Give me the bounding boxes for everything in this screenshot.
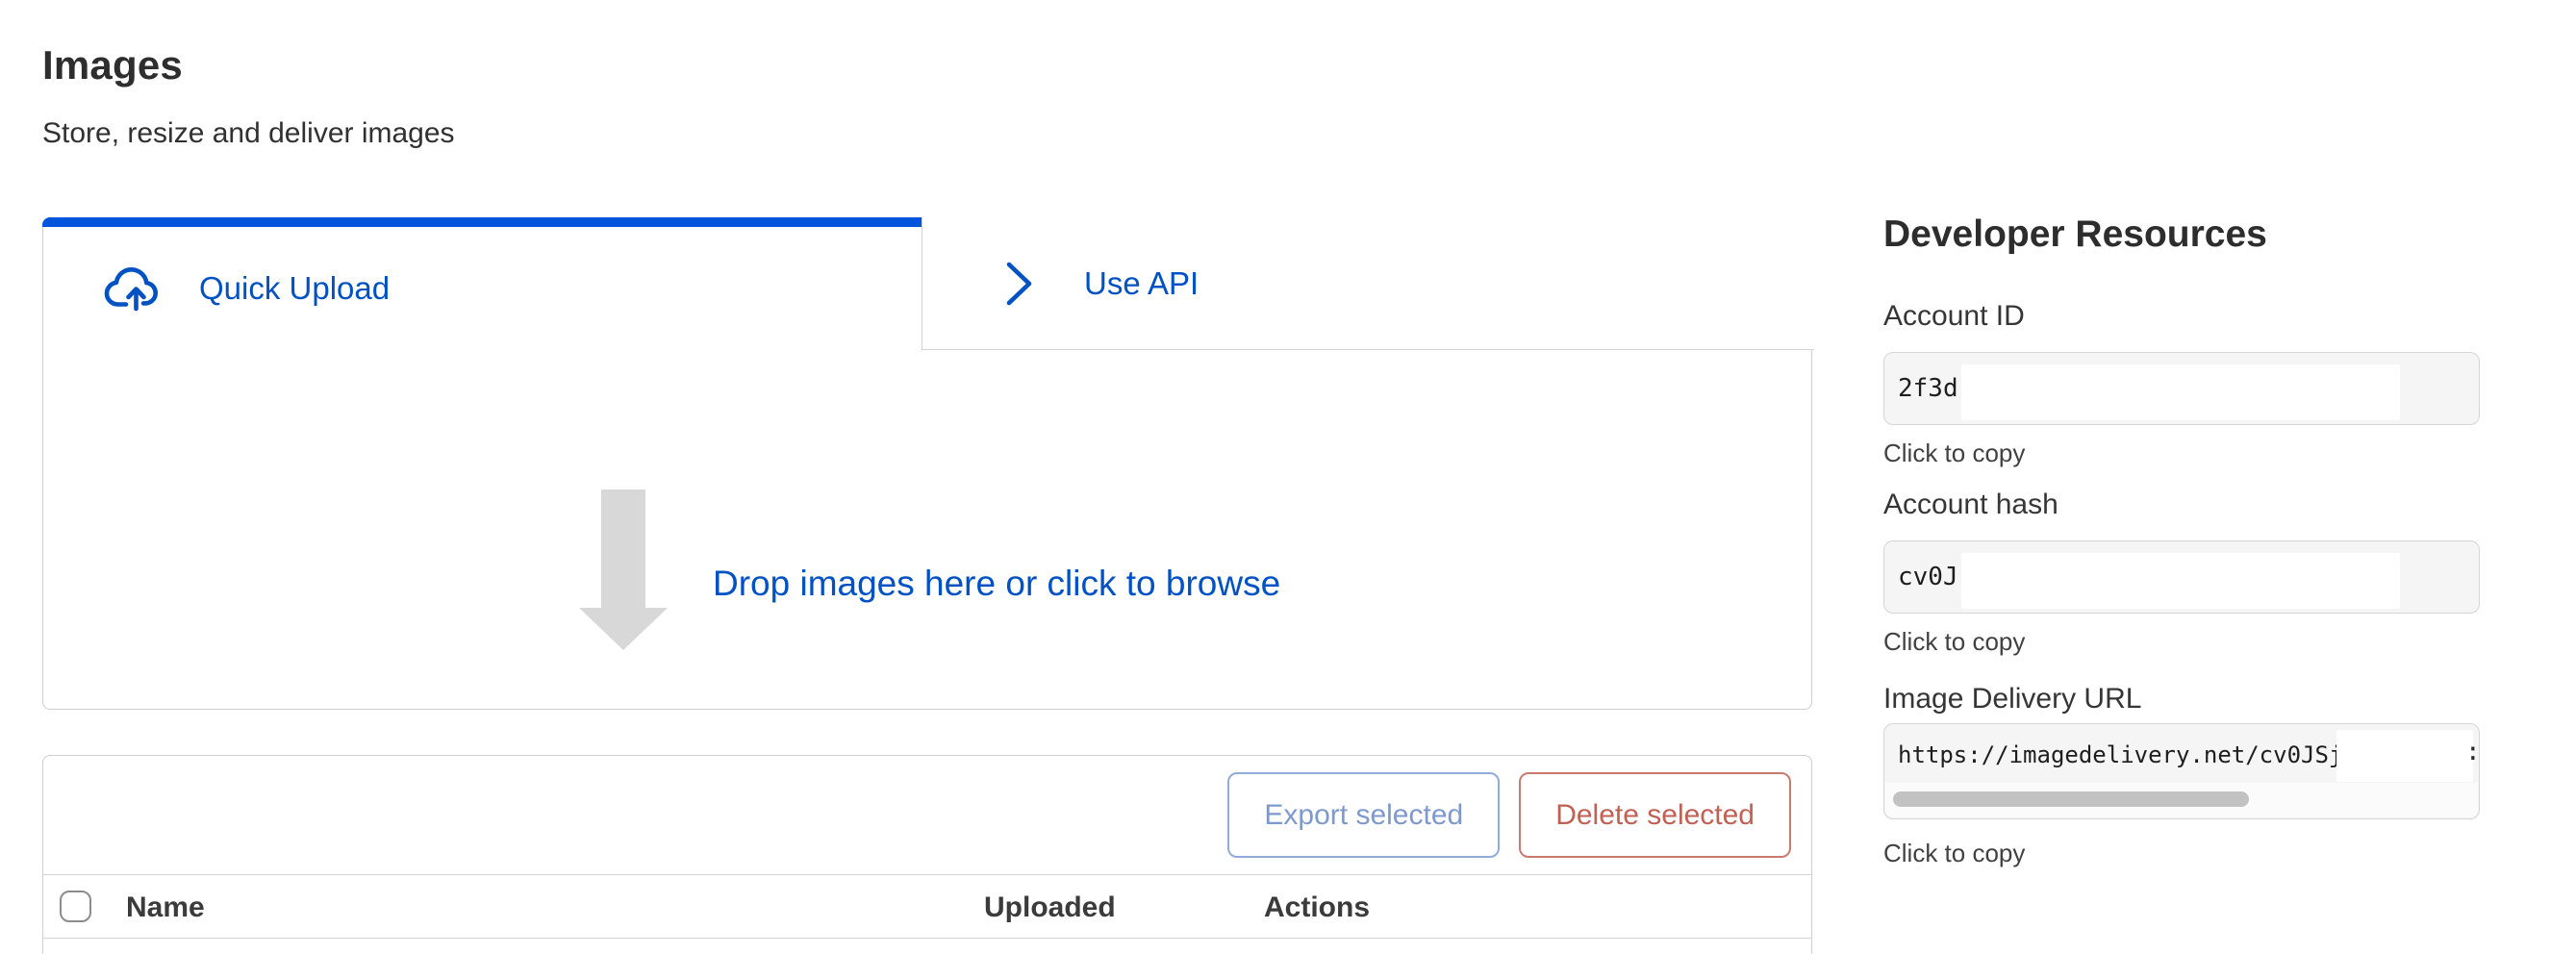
delete-selected-button[interactable]: Delete selected [1519, 772, 1791, 858]
account-hash-copy-hint: Click to copy [1883, 627, 2025, 657]
active-tab-indicator [42, 217, 924, 227]
image-list-panel: Export selected Delete selected Name Upl… [42, 755, 1812, 954]
tab-use-api[interactable]: Use API [922, 217, 1814, 350]
image-delivery-url-value: https://imagedelivery.net/cv0JSj [1898, 724, 2342, 786]
column-header-uploaded: Uploaded [984, 875, 1116, 940]
tab-quick-upload-label: Quick Upload [199, 270, 390, 307]
image-delivery-url-label: Image Delivery URL [1883, 683, 2141, 716]
image-delivery-url-box[interactable]: https://imagedelivery.net/cv0JSj : [1883, 723, 2480, 819]
account-hash-redaction [1961, 553, 2400, 609]
cloud-upload-icon [104, 265, 167, 312]
tab-quick-upload[interactable]: Quick Upload [43, 228, 922, 349]
image-delivery-url-copy-hint: Click to copy [1883, 839, 2025, 868]
developer-resources-title: Developer Resources [1883, 213, 2267, 256]
account-id-label: Account ID [1883, 300, 2025, 333]
table-header-row: Name Uploaded Actions [43, 874, 1811, 939]
images-page: Images Store, resize and deliver images … [0, 0, 2576, 954]
clipped-character: : [2465, 738, 2477, 766]
image-dropzone[interactable]: Drop images here or click to browse [43, 350, 1811, 709]
upload-panel: Quick Upload Use API Drop images here or… [42, 217, 1812, 710]
account-id-value: 2f3d [1898, 353, 1958, 424]
arrow-down-icon [579, 490, 668, 649]
account-id-redaction [1961, 364, 2400, 420]
page-title: Images [42, 42, 183, 88]
chevron-right-icon [1003, 260, 1036, 308]
tab-use-api-label: Use API [1084, 265, 1199, 302]
developer-resources-panel: Developer Resources Account ID 2f3d Clic… [1883, 213, 2480, 887]
image-delivery-url-redaction [2336, 730, 2473, 782]
account-hash-value-box[interactable]: cv0J [1883, 540, 2480, 614]
dropzone-label: Drop images here or click to browse [713, 564, 1280, 604]
horizontal-scrollbar-track [1885, 783, 2478, 817]
column-header-name: Name [126, 875, 205, 940]
account-hash-label: Account hash [1883, 489, 2058, 521]
account-id-value-box[interactable]: 2f3d [1883, 352, 2480, 425]
page-subtitle: Store, resize and deliver images [42, 117, 455, 150]
export-selected-button[interactable]: Export selected [1227, 772, 1500, 858]
select-all-checkbox[interactable] [60, 891, 91, 922]
account-hash-value: cv0J [1898, 541, 1958, 613]
list-toolbar: Export selected Delete selected [43, 756, 1811, 874]
horizontal-scrollbar-thumb[interactable] [1893, 791, 2249, 807]
column-header-actions: Actions [1264, 875, 1370, 940]
account-id-copy-hint: Click to copy [1883, 439, 2025, 468]
